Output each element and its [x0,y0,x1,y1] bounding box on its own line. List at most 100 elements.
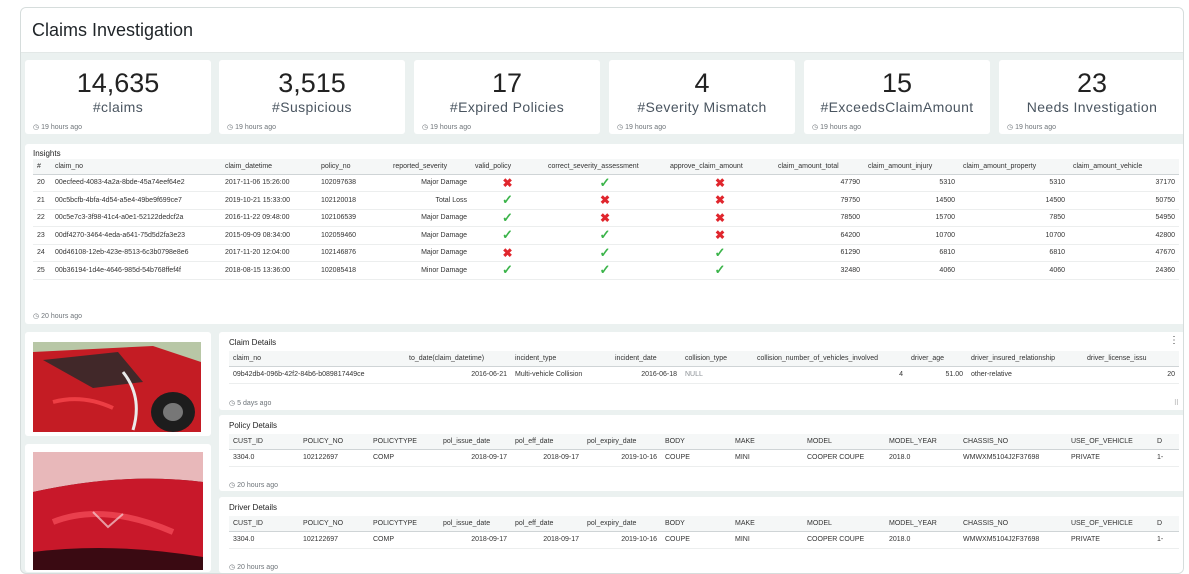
kpi-needs-investigation[interactable]: 23 Needs Investigation ◷ 19 hours ago [999,60,1183,134]
column-header[interactable]: MODEL [803,434,885,450]
kpi-exceeds-claim-amount[interactable]: 15 #ExceedsClaimAmount ◷ 19 hours ago [804,60,990,134]
check-icon: ✓ [599,227,611,243]
column-header[interactable]: approve_claim_amount [666,159,774,175]
kpi-claims[interactable]: 14,635 #claims ◷ 19 hours ago [25,60,211,134]
cell-amount-total: 47790 [774,174,864,192]
clock-icon: ◷ [33,124,40,131]
cell-amount-injury: 15700 [864,209,959,227]
cell-amount-property: 14500 [959,191,1069,210]
column-header[interactable]: MODEL_YEAR [885,434,959,450]
column-header[interactable]: MAKE [731,516,803,532]
clock-icon: ◷ [812,124,819,131]
cross-icon: ✖ [599,210,611,225]
check-icon: ✓ [502,192,513,208]
column-header[interactable]: driver_age [907,351,967,367]
table-row[interactable]: 23 00df4270-3464-4eda-a641-75d5d2fa3e23 20… [33,226,1179,245]
kpi-severity-mismatch[interactable]: 4 #Severity Mismatch ◷ 19 hours ago [609,60,795,134]
column-header[interactable]: claim_no [229,351,405,367]
cell-amount-total: 79750 [774,191,864,210]
cell-policy-type: COMP [369,531,439,549]
table-row[interactable]: 20 00ecfeed-4083-4a2a-8bde-45a74eef64e2 20… [33,174,1179,192]
column-header[interactable]: driver_license_issu [1083,351,1179,367]
column-header[interactable]: POLICY_NO [299,516,369,532]
column-header[interactable]: pol_expiry_date [583,434,661,450]
table-row[interactable]: 22 00c5e7c3-3f98-41c4-a0e1-52122dedcf2a 20… [33,209,1179,227]
column-header[interactable]: MAKE [731,434,803,450]
column-header[interactable]: claim_amount_total [774,159,864,175]
kpi-suspicious[interactable]: 3,515 #Suspicious ◷ 19 hours ago [219,60,405,134]
column-header[interactable]: policy_no [317,159,389,175]
cell-row-index: 22 [33,209,51,227]
table-row[interactable]: 09b42db4-096b-42f2-84b6-b089817449ce 201… [229,366,1179,384]
table-row[interactable]: 3304.0 102122697 COMP 2018-09-17 2018-09… [229,531,1179,549]
table-row[interactable]: 3304.0 102122697 COMP 2018-09-17 2018-09… [229,449,1179,467]
cell-valid-policy: ✓ [471,191,544,210]
column-header[interactable]: claim_datetime [221,159,317,175]
table-row[interactable]: 25 00b36194-1d4e-4646-985d-54b768ffef4f 20… [33,261,1179,280]
column-header[interactable]: claim_no [51,159,221,175]
cell-cust-id: 3304.0 [229,531,299,549]
column-header[interactable]: reported_severity [389,159,471,175]
column-header[interactable]: D [1153,516,1179,532]
column-header[interactable]: pol_issue_date [439,434,511,450]
column-header[interactable]: # [33,159,51,175]
column-header[interactable]: to_date(claim_datetime) [405,351,511,367]
column-header[interactable]: MODEL [803,516,885,532]
column-header[interactable]: MODEL_YEAR [885,516,959,532]
column-header[interactable]: pol_eff_date [511,516,583,532]
cell-policy-type: COMP [369,449,439,467]
column-header[interactable]: D [1153,434,1179,450]
insights-timestamp: ◷ 20 hours ago [33,313,82,320]
cell-claim-datetime: 2016-11-22 09:48:00 [221,209,317,227]
table-row[interactable]: 24 00d46108-12eb-423e-8513-6c3b0798e8e6 20… [33,244,1179,262]
cell-claim-no: 00c5e7c3-3f98-41c4-a0e1-52122dedcf2a [51,209,221,227]
column-header[interactable]: POLICY_NO [299,434,369,450]
clock-icon: ◷ [227,124,234,131]
column-header[interactable]: pol_expiry_date [583,516,661,532]
column-header[interactable]: BODY [661,434,731,450]
cell-claim-datetime: 2018-08-15 13:36:00 [221,261,317,280]
column-header[interactable]: incident_type [511,351,611,367]
column-header[interactable]: claim_amount_vehicle [1069,159,1179,175]
column-header[interactable]: claim_amount_property [959,159,1069,175]
kpi-value: 23 [1076,68,1108,98]
column-header[interactable]: CHASSIS_NO [959,434,1067,450]
kebab-menu-icon[interactable]: ⋮ [1169,335,1179,346]
cell-model-year: 2018.0 [885,449,959,467]
cell-policy-no: 102097638 [317,174,389,192]
cell-reported-severity: Minor Damage [389,261,471,280]
column-header[interactable]: pol_issue_date [439,516,511,532]
cell-amount-property: 7850 [959,209,1069,227]
cross-icon: ✖ [714,228,726,243]
column-header[interactable]: valid_policy [471,159,544,175]
clock-icon: ◷ [422,124,429,131]
column-header[interactable]: incident_date [611,351,681,367]
column-header[interactable]: pol_eff_date [511,434,583,450]
check-icon: ✓ [502,209,513,225]
column-header[interactable]: USE_OF_VEHICLE [1067,434,1153,450]
kpi-expired-policies[interactable]: 17 #Expired Policies ◷ 19 hours ago [414,60,600,134]
column-header[interactable]: driver_insured_relationship [967,351,1083,367]
resize-handle-icon[interactable]: ⠿ [1174,399,1179,407]
cross-icon: ✖ [502,245,513,260]
column-header[interactable]: claim_amount_injury [864,159,959,175]
column-header[interactable]: collision_number_of_vehicles_involved [753,351,907,367]
clock-icon: ◷ [33,313,40,320]
cell-correct-severity: ✓ [544,244,666,262]
policy-details-panel: Policy Details CUST_ID POLICY_NO POLICYT… [219,415,1183,491]
column-header[interactable]: CUST_ID [229,516,299,532]
column-header[interactable]: POLICYTYPE [369,516,439,532]
column-header[interactable]: BODY [661,516,731,532]
cell-amount-property: 6810 [959,244,1069,262]
cell-reported-severity: Major Damage [389,244,471,262]
column-header[interactable]: USE_OF_VEHICLE [1067,516,1153,532]
policy-details-title: Policy Details [229,421,278,430]
column-header[interactable]: POLICYTYPE [369,434,439,450]
column-header[interactable]: CHASSIS_NO [959,516,1067,532]
cell-valid-policy: ✓ [471,261,544,280]
kpi-value: 3,515 [278,68,346,98]
column-header[interactable]: collision_type [681,351,753,367]
column-header[interactable]: correct_severity_assessment [544,159,666,175]
column-header[interactable]: CUST_ID [229,434,299,450]
table-row[interactable]: 21 00c5bcfb-4bfa-4d54-a5e4-49be9f699ce7 20… [33,191,1179,210]
